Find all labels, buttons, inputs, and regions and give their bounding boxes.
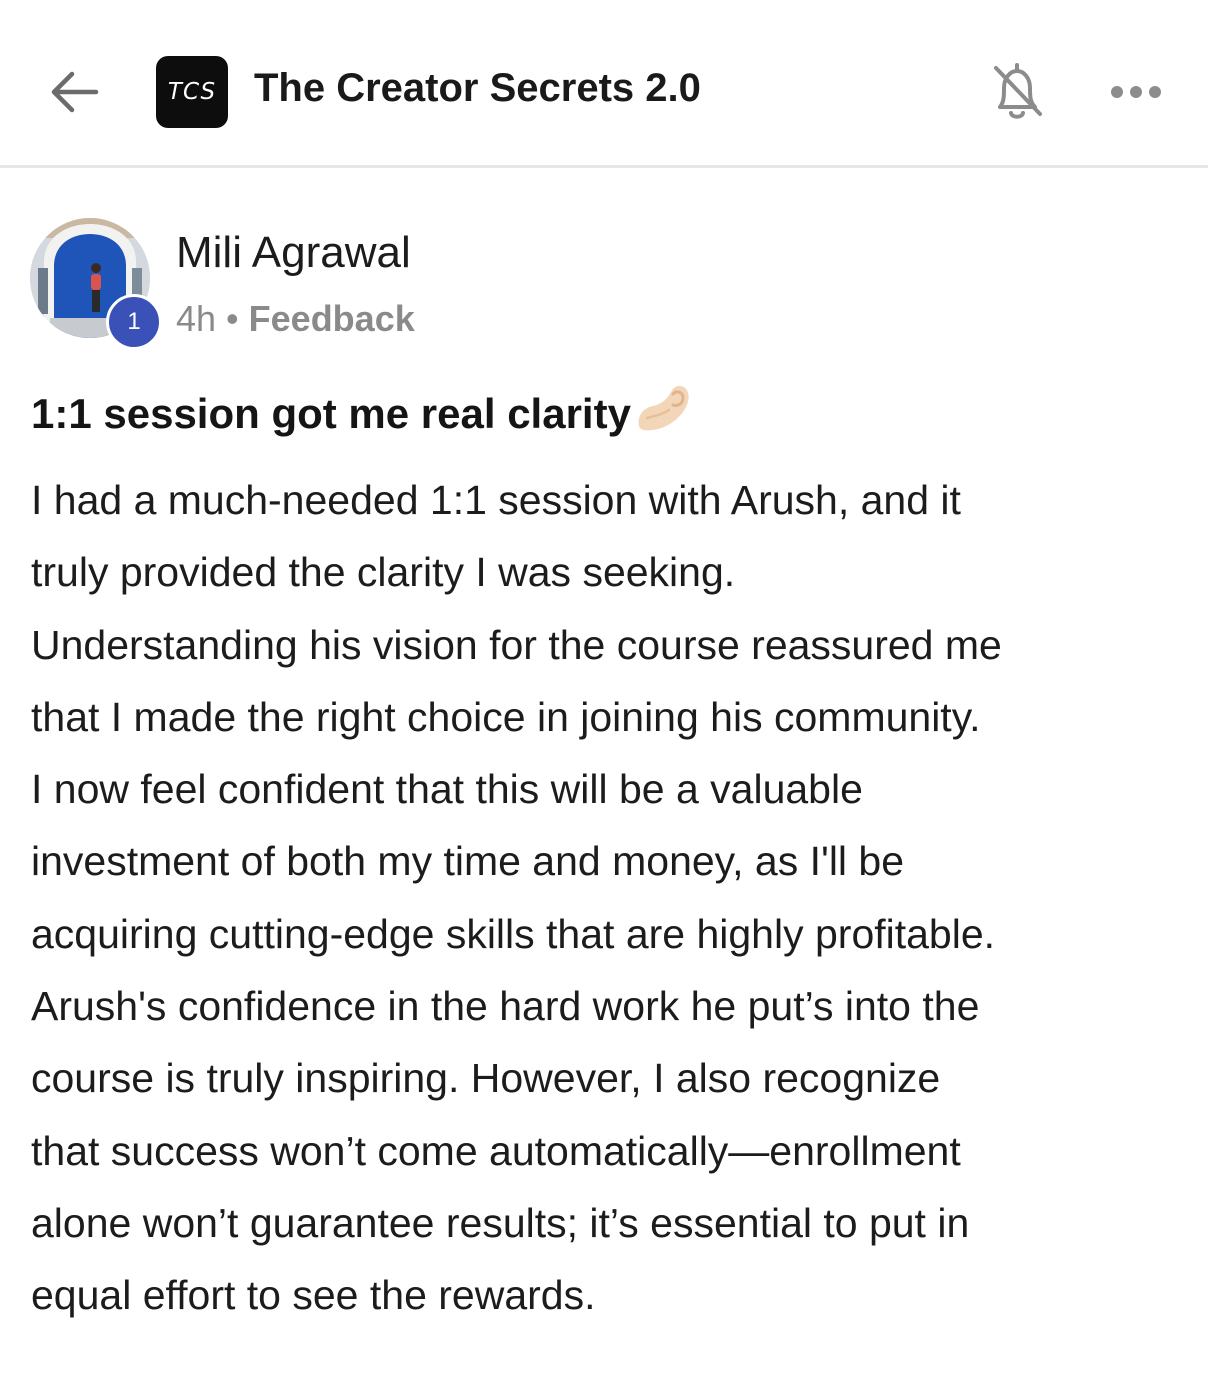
level-badge: 1: [106, 294, 162, 350]
post-time: 4h: [176, 298, 217, 339]
ok-hand-emoji-icon: [633, 380, 693, 444]
post-category[interactable]: Feedback: [249, 298, 415, 339]
group-logo-text: TCS: [167, 79, 217, 105]
meta-separator: •: [226, 298, 239, 339]
group-title[interactable]: The Creator Secrets 2.0: [254, 66, 701, 111]
top-bar: TCS The Creator Secrets 2.0: [0, 0, 1208, 168]
more-options-button[interactable]: [1108, 76, 1164, 106]
back-button[interactable]: [44, 62, 104, 122]
group-logo[interactable]: TCS: [156, 56, 228, 128]
post-body: I had a much-needed 1:1 session with Aru…: [31, 477, 1002, 1319]
post-title: 1:1 session got me real clarity: [31, 380, 693, 444]
author-name[interactable]: Mili Agrawal: [176, 228, 411, 278]
post-title-text: 1:1 session got me real clarity: [31, 390, 631, 437]
notifications-button[interactable]: [988, 58, 1048, 124]
arrow-left-icon: [51, 71, 99, 113]
post-meta: 4h • Feedback: [176, 298, 415, 340]
more-horizontal-icon: [1111, 86, 1161, 98]
bell-off-icon: [994, 63, 1042, 119]
